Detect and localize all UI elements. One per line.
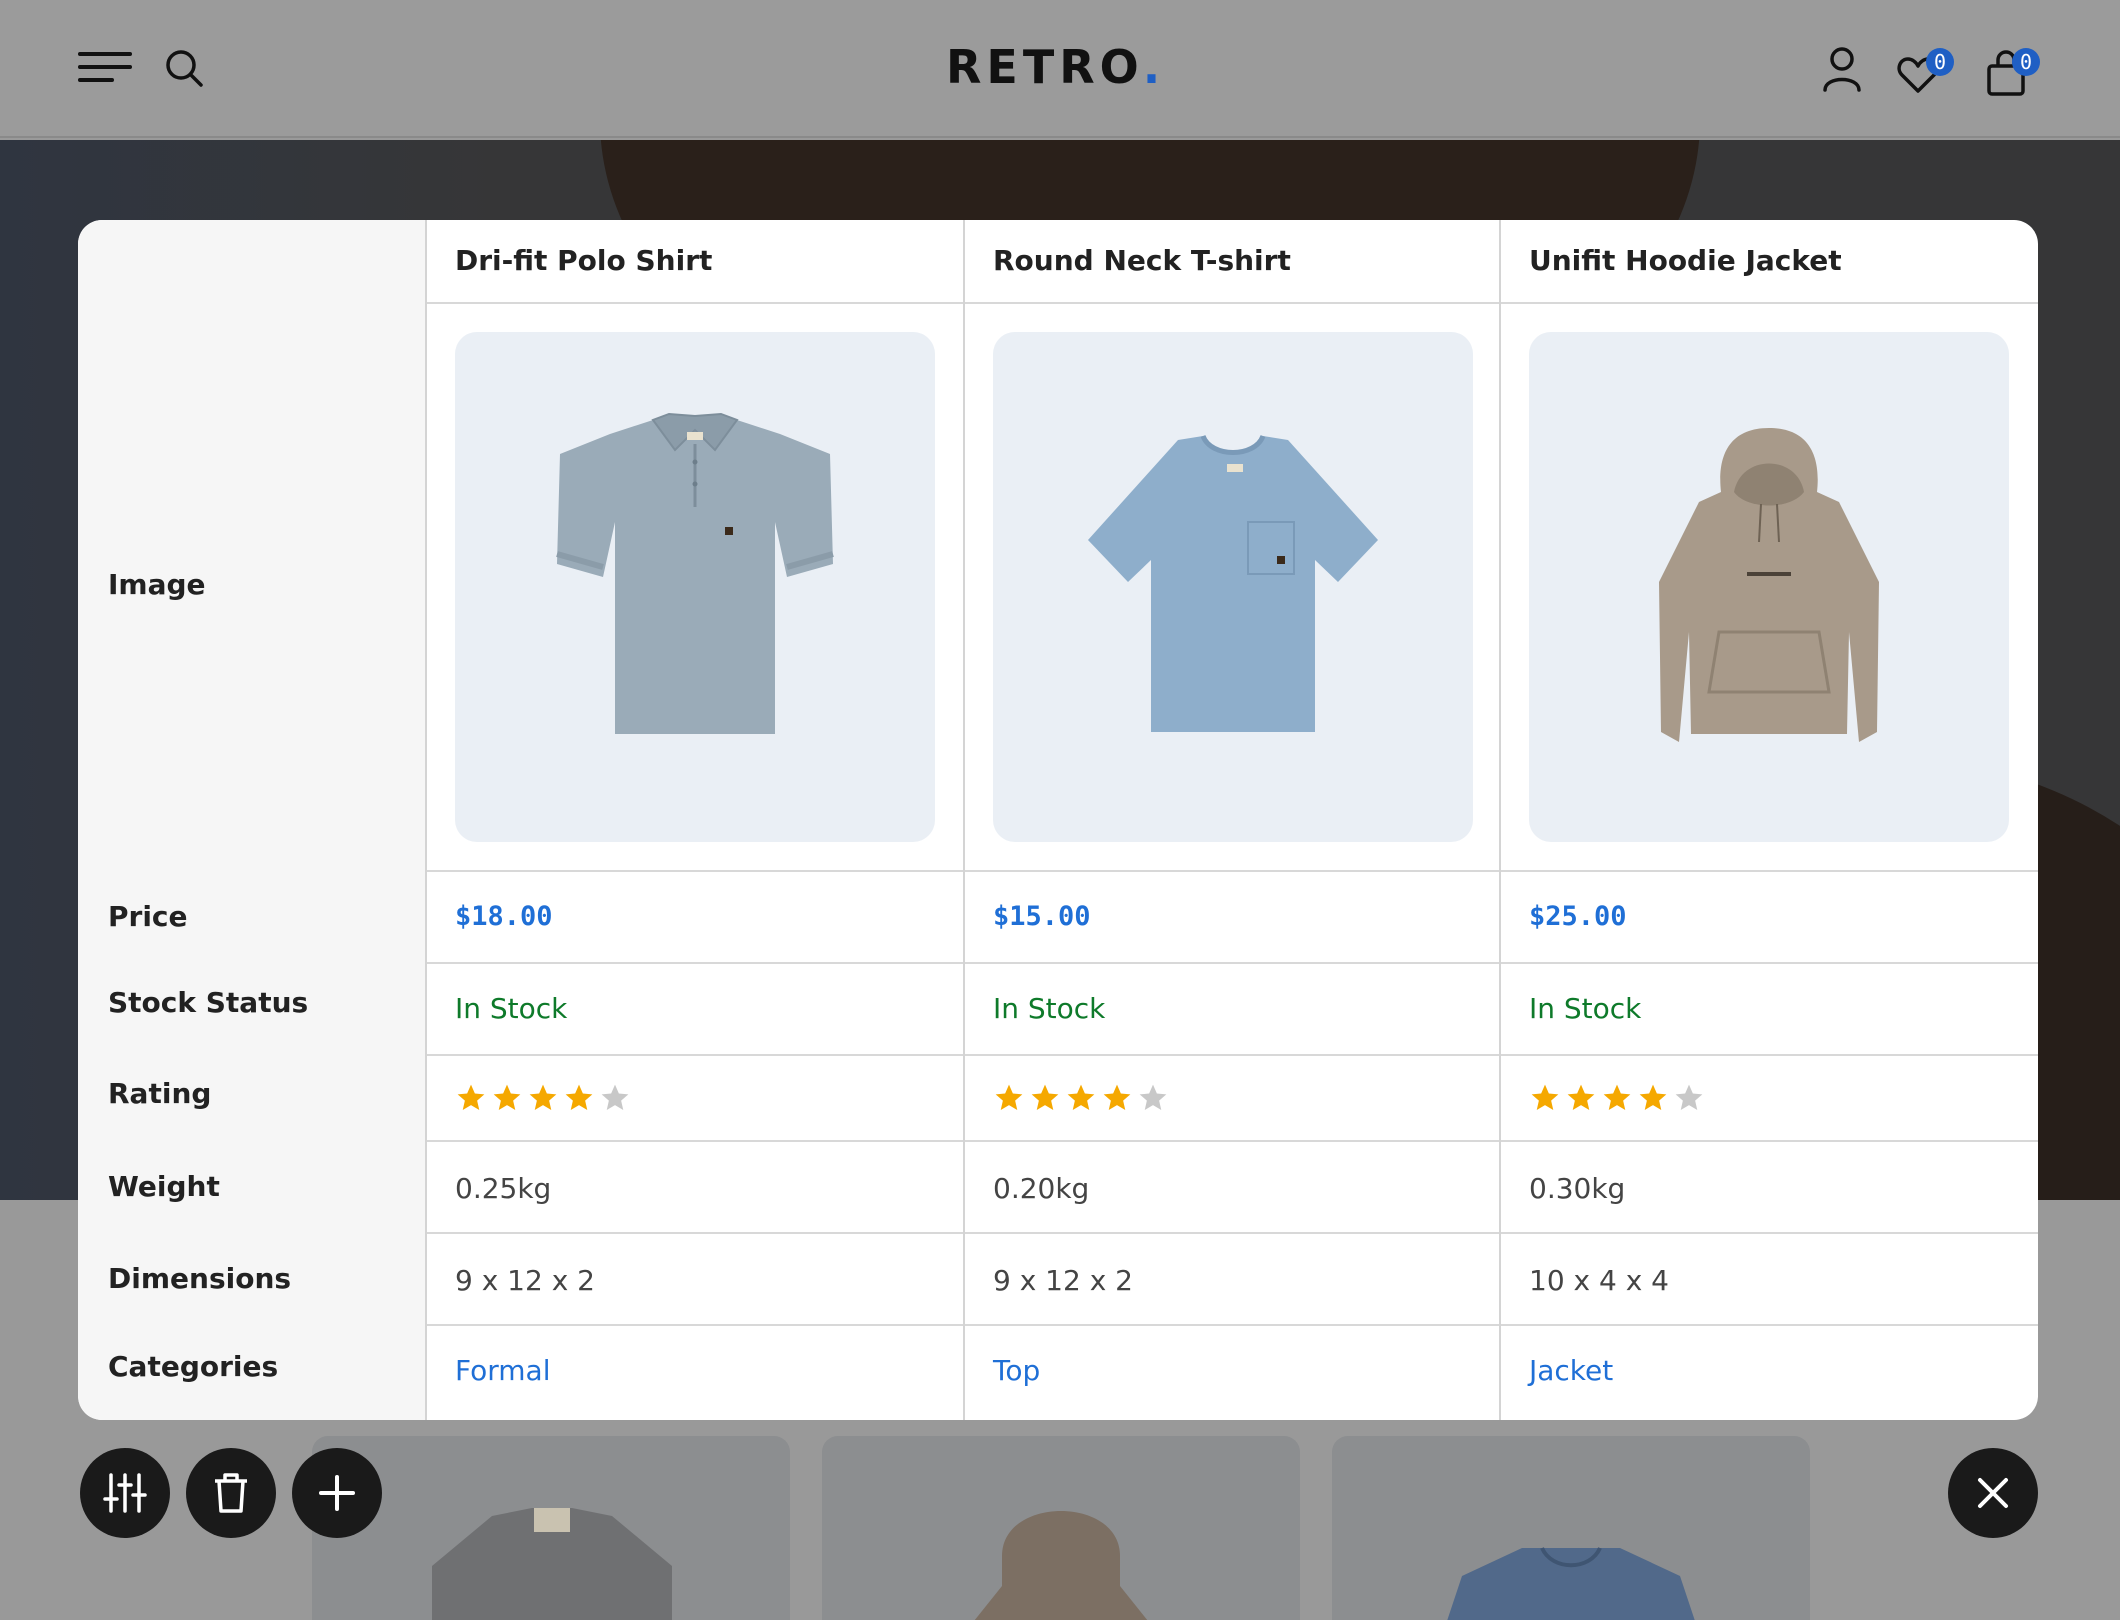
background-product-card (1332, 1436, 1810, 1620)
stock-status: In Stock (993, 992, 1106, 1025)
plus-icon (319, 1475, 355, 1511)
close-icon (1978, 1478, 2008, 1508)
cart-count-badge: 0 (2012, 48, 2040, 76)
product-category-link[interactable]: Top (993, 1354, 1040, 1387)
star-empty-icon (1139, 1084, 1167, 1110)
star-filled-icon (1531, 1084, 1559, 1110)
compare-modal: Image Price Stock Status Rating Weight D… (78, 220, 2038, 1420)
product-column: Dri-fit Polo Shirt $18.00 In Stock 0.25k… (427, 220, 963, 1420)
product-weight: 0.20kg (993, 1172, 1090, 1205)
product-weight: 0.30kg (1529, 1172, 1626, 1205)
brand-logo[interactable]: RETRO. (946, 40, 1165, 94)
row-label-image: Image (108, 568, 206, 601)
star-filled-icon (995, 1084, 1023, 1110)
star-filled-icon (1567, 1084, 1595, 1110)
star-rating (993, 1082, 1169, 1114)
product-price: $25.00 (1529, 901, 1627, 932)
row-label-dimensions: Dimensions (108, 1262, 292, 1295)
product-column: Round Neck T-shirt $15.00 In Stock 0.20k… (963, 220, 1501, 1420)
star-filled-icon (457, 1084, 485, 1110)
stock-status: In Stock (1529, 992, 1642, 1025)
add-product-button[interactable] (292, 1448, 382, 1538)
product-dimensions: 9 x 12 x 2 (455, 1264, 595, 1297)
product-column: Unifit Hoodie Jacket $25.00 In Stock 0.3… (1499, 220, 2038, 1420)
background-product-card (312, 1436, 790, 1620)
star-filled-icon (1603, 1084, 1631, 1110)
row-label-weight: Weight (108, 1170, 220, 1203)
product-price: $18.00 (455, 901, 553, 932)
filter-icon (103, 1473, 147, 1513)
user-icon[interactable] (1822, 46, 1862, 92)
star-filled-icon (529, 1084, 557, 1110)
star-filled-icon (493, 1084, 521, 1110)
hoodie-icon[interactable] (1529, 332, 2009, 842)
star-empty-icon (601, 1084, 629, 1110)
product-name[interactable]: Dri-fit Polo Shirt (455, 244, 712, 277)
compare-label-column: Image Price Stock Status Rating Weight D… (78, 220, 427, 1420)
star-rating (455, 1082, 631, 1114)
tshirt-icon[interactable] (993, 332, 1473, 842)
product-dimensions: 9 x 12 x 2 (993, 1264, 1133, 1297)
background-product-card (822, 1436, 1300, 1620)
clear-compare-button[interactable] (186, 1448, 276, 1538)
star-empty-icon (1675, 1084, 1703, 1110)
polo-shirt-icon[interactable] (455, 332, 935, 842)
product-dimensions: 10 x 4 x 4 (1529, 1264, 1669, 1297)
product-price: $15.00 (993, 901, 1091, 932)
product-weight: 0.25kg (455, 1172, 552, 1205)
row-label-stock: Stock Status (108, 986, 309, 1019)
product-category-link[interactable]: Jacket (1529, 1354, 1613, 1387)
star-filled-icon (1067, 1084, 1095, 1110)
wishlist-count-badge: 0 (1926, 48, 1954, 76)
row-label-rating: Rating (108, 1077, 212, 1110)
product-category-link[interactable]: Formal (455, 1354, 550, 1387)
stock-status: In Stock (455, 992, 568, 1025)
product-name[interactable]: Round Neck T-shirt (993, 244, 1291, 277)
trash-icon (215, 1473, 247, 1513)
star-filled-icon (1639, 1084, 1667, 1110)
site-header: RETRO. 0 0 (0, 0, 2120, 138)
row-label-categories: Categories (108, 1350, 279, 1383)
product-name[interactable]: Unifit Hoodie Jacket (1529, 244, 1842, 277)
star-filled-icon (565, 1084, 593, 1110)
search-icon[interactable] (164, 48, 204, 88)
filter-button[interactable] (80, 1448, 170, 1538)
row-label-price: Price (108, 900, 188, 933)
close-compare-button[interactable] (1948, 1448, 2038, 1538)
star-filled-icon (1103, 1084, 1131, 1110)
star-rating (1529, 1082, 1705, 1114)
menu-icon[interactable] (78, 52, 132, 84)
star-filled-icon (1031, 1084, 1059, 1110)
